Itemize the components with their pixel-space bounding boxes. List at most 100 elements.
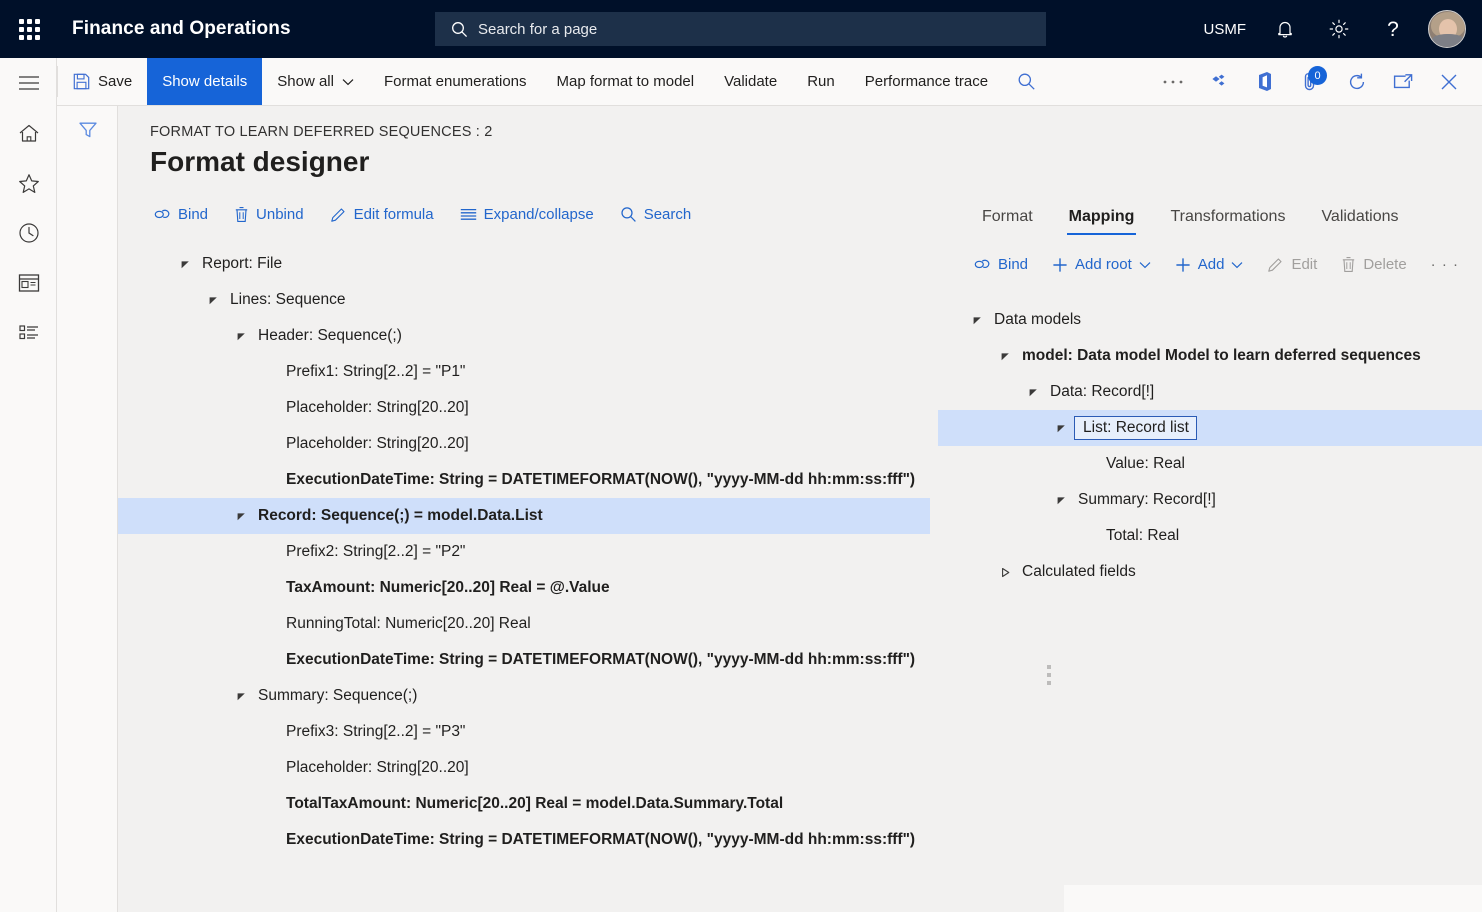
modules-icon[interactable]	[0, 308, 57, 358]
user-avatar[interactable]	[1428, 10, 1466, 48]
chevron-expanded-icon[interactable]	[204, 295, 222, 306]
save-button[interactable]: Save	[58, 58, 147, 105]
chevron-expanded-icon[interactable]	[232, 691, 250, 702]
search-button[interactable]: Search	[609, 202, 703, 227]
tree-row-label: Report: File	[202, 255, 283, 272]
tree-row[interactable]: Report: File	[118, 246, 930, 282]
tree-row-label: ExecutionDateTime: String = DATETIMEFORM…	[286, 471, 916, 488]
tree-row[interactable]: ExecutionDateTime: String = DATETIMEFORM…	[118, 462, 930, 498]
mapping-overflow-button[interactable]: · · ·	[1420, 252, 1470, 277]
breadcrumb: FORMAT TO LEARN DEFERRED SEQUENCES : 2	[150, 124, 493, 140]
tree-row-label: TaxAmount: Numeric[20..20] Real = @.Valu…	[286, 579, 610, 596]
notifications-bell-icon[interactable]	[1258, 0, 1312, 58]
tab-validations[interactable]: Validations	[1303, 204, 1416, 235]
tree-row[interactable]: Total: Real	[938, 518, 1482, 554]
show-details-button[interactable]: Show details	[147, 58, 263, 105]
tree-row[interactable]: Calculated fields	[938, 554, 1482, 590]
home-icon[interactable]	[0, 108, 57, 158]
search-placeholder: Search for a page	[478, 20, 598, 38]
chevron-expanded-icon[interactable]	[232, 511, 250, 522]
tree-row-label: Summary: Sequence(;)	[258, 687, 418, 704]
format-enumerations-button[interactable]: Format enumerations	[369, 58, 542, 105]
mapping-add-button[interactable]: Add	[1164, 252, 1255, 277]
chevron-expanded-icon[interactable]	[968, 315, 986, 326]
help-icon[interactable]: ?	[1366, 0, 1420, 58]
tab-format[interactable]: Format	[964, 204, 1051, 235]
tree-row-label: Prefix1: String[2..2] = "P1"	[286, 363, 466, 380]
tree-row[interactable]: Data: Record[!]	[938, 374, 1482, 410]
mapping-delete-button-label: Delete	[1363, 256, 1407, 273]
open-in-new-window-icon[interactable]	[1380, 58, 1426, 105]
tree-row[interactable]: Value: Real	[938, 446, 1482, 482]
tree-row-selected[interactable]: List: Record list	[938, 410, 1482, 446]
chevron-expanded-icon[interactable]	[1024, 387, 1042, 398]
hamburger-icon[interactable]	[0, 58, 57, 108]
data-model-tree[interactable]: Data models model: Data model Model to le…	[938, 302, 1482, 702]
office-icon[interactable]	[1242, 58, 1288, 105]
filter-icon[interactable]	[57, 106, 118, 154]
global-search-input[interactable]: Search for a page	[435, 12, 1046, 46]
tree-row[interactable]: Header: Sequence(;)	[118, 318, 930, 354]
tree-row-label: Placeholder: String[20..20]	[286, 399, 469, 416]
chevron-expanded-icon[interactable]	[996, 351, 1014, 362]
overflow-menu-button[interactable]	[1150, 58, 1196, 105]
close-icon[interactable]	[1426, 58, 1472, 105]
tree-row-label: model: Data model Model to learn deferre…	[1022, 347, 1421, 364]
chevron-expanded-icon[interactable]	[1052, 423, 1070, 434]
tab-mapping[interactable]: Mapping	[1051, 204, 1153, 235]
performance-trace-button[interactable]: Performance trace	[850, 58, 1003, 105]
format-designer-toolbar: Bind Unbind Edit formula Expand/collapse Sea…	[143, 202, 702, 227]
tree-row[interactable]: Summary: Record[!]	[938, 482, 1482, 518]
app-launcher-button[interactable]	[0, 0, 58, 58]
chevron-expanded-icon[interactable]	[1052, 495, 1070, 506]
mapping-add-root-button[interactable]: Add root	[1041, 252, 1162, 277]
star-icon[interactable]	[0, 158, 57, 208]
attachment-count-badge: 0	[1308, 66, 1327, 85]
attachments-button[interactable]: 0	[1288, 58, 1334, 105]
save-label: Save	[98, 73, 133, 90]
tree-row[interactable]: Prefix2: String[2..2] = "P2"	[118, 534, 930, 570]
power-apps-icon[interactable]	[1196, 58, 1242, 105]
command-bar-right-actions: 0	[1150, 58, 1482, 105]
tree-row[interactable]: RunningTotal: Numeric[20..20] Real	[118, 606, 930, 642]
format-tree[interactable]: Report: File Lines: Sequence Header: Seque…	[118, 246, 930, 912]
command-search-icon[interactable]	[1003, 58, 1049, 105]
app-title: Finance and Operations	[72, 18, 291, 39]
tree-row[interactable]: Summary: Sequence(;)	[118, 678, 930, 714]
tree-row[interactable]: Prefix1: String[2..2] = "P1"	[118, 354, 930, 390]
tab-transformations[interactable]: Transformations	[1152, 204, 1303, 235]
refresh-icon[interactable]	[1334, 58, 1380, 105]
edit-formula-button[interactable]: Edit formula	[319, 202, 445, 227]
mapping-bind-button[interactable]: Bind	[963, 252, 1039, 277]
tree-row[interactable]: model: Data model Model to learn deferre…	[938, 338, 1482, 374]
tree-row[interactable]: Placeholder: String[20..20]	[118, 426, 930, 462]
validate-button[interactable]: Validate	[709, 58, 792, 105]
gear-icon[interactable]	[1312, 0, 1366, 58]
tree-row[interactable]: Placeholder: String[20..20]	[118, 750, 930, 786]
tree-row[interactable]: Lines: Sequence	[118, 282, 930, 318]
bind-button[interactable]: Bind	[143, 202, 219, 227]
expand-collapse-button-label: Expand/collapse	[483, 206, 594, 223]
show-all-button[interactable]: Show all	[262, 58, 369, 105]
chevron-collapsed-icon[interactable]	[996, 567, 1014, 578]
tree-row[interactable]: ExecutionDateTime: String = DATETIMEFORM…	[118, 822, 930, 858]
tree-row-label: Total: Real	[1106, 527, 1180, 544]
map-format-to-model-button[interactable]: Map format to model	[542, 58, 710, 105]
tree-row-label: Placeholder: String[20..20]	[286, 759, 469, 776]
tree-row[interactable]: ExecutionDateTime: String = DATETIMEFORM…	[118, 642, 930, 678]
tree-row[interactable]: TaxAmount: Numeric[20..20] Real = @.Valu…	[118, 570, 930, 606]
expand-collapse-button[interactable]: Expand/collapse	[449, 202, 605, 227]
tree-row[interactable]: TotalTaxAmount: Numeric[20..20] Real = m…	[118, 786, 930, 822]
company-selector[interactable]: USMF	[1192, 0, 1259, 58]
run-button[interactable]: Run	[792, 58, 850, 105]
tree-row[interactable]: Placeholder: String[20..20]	[118, 390, 930, 426]
tree-row-selected[interactable]: Record: Sequence(;) = model.Data.List	[118, 498, 930, 534]
tree-row[interactable]: Data models	[938, 302, 1482, 338]
chevron-expanded-icon[interactable]	[232, 331, 250, 342]
tree-row[interactable]: Prefix3: String[2..2] = "P3"	[118, 714, 930, 750]
chevron-expanded-icon[interactable]	[176, 259, 194, 270]
workspace-icon[interactable]	[0, 258, 57, 308]
clock-icon[interactable]	[0, 208, 57, 258]
unbind-button[interactable]: Unbind	[223, 202, 315, 227]
top-right-actions: USMF ?	[1192, 0, 1482, 58]
